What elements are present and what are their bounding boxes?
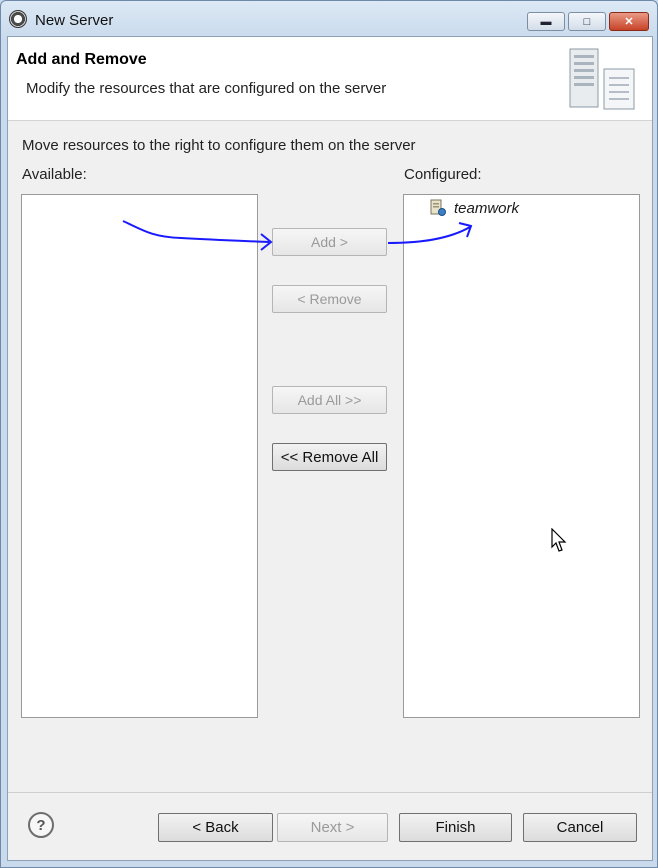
dialog-content: Add and Remove Modify the resources that…: [7, 36, 653, 861]
mouse-cursor-icon: [551, 528, 567, 552]
wizard-header: Add and Remove Modify the resources that…: [8, 37, 652, 121]
back-button[interactable]: < Back: [158, 813, 273, 842]
configured-label: Configured:: [404, 166, 482, 183]
instruction-text: Move resources to the right to configure…: [22, 137, 416, 154]
configured-list[interactable]: teamwork: [403, 194, 640, 718]
configured-item-label: teamwork: [454, 199, 520, 217]
help-icon[interactable]: ?: [28, 812, 54, 838]
finish-button[interactable]: Finish: [399, 813, 512, 842]
eclipse-app-icon: [9, 10, 27, 28]
title-bar[interactable]: New Server ▬ □ ✕: [1, 1, 657, 37]
maximize-button[interactable]: □: [568, 12, 606, 31]
add-all-button[interactable]: Add All >>: [272, 386, 387, 414]
maximize-icon: □: [583, 15, 591, 28]
remove-all-button[interactable]: << Remove All: [272, 443, 387, 471]
cancel-button[interactable]: Cancel: [523, 813, 637, 842]
add-button[interactable]: Add >: [272, 228, 387, 256]
footer-divider: [8, 792, 652, 793]
window-title: New Server: [35, 12, 114, 29]
close-button[interactable]: ✕: [609, 12, 649, 31]
minimize-button[interactable]: ▬: [527, 12, 565, 31]
list-item[interactable]: teamwork: [430, 199, 519, 217]
server-wizard-icon: [569, 48, 635, 110]
remove-button[interactable]: < Remove: [272, 285, 387, 313]
next-button[interactable]: Next >: [277, 813, 388, 842]
new-server-dialog: New Server ▬ □ ✕ Add and Remove Modify t…: [0, 0, 658, 868]
page-title: Add and Remove: [16, 51, 147, 68]
available-label: Available:: [22, 166, 87, 183]
project-icon: [430, 199, 446, 216]
page-description: Modify the resources that are configured…: [26, 80, 387, 97]
minimize-icon: ▬: [540, 15, 552, 28]
close-icon: ✕: [624, 16, 634, 28]
available-list[interactable]: [21, 194, 258, 718]
